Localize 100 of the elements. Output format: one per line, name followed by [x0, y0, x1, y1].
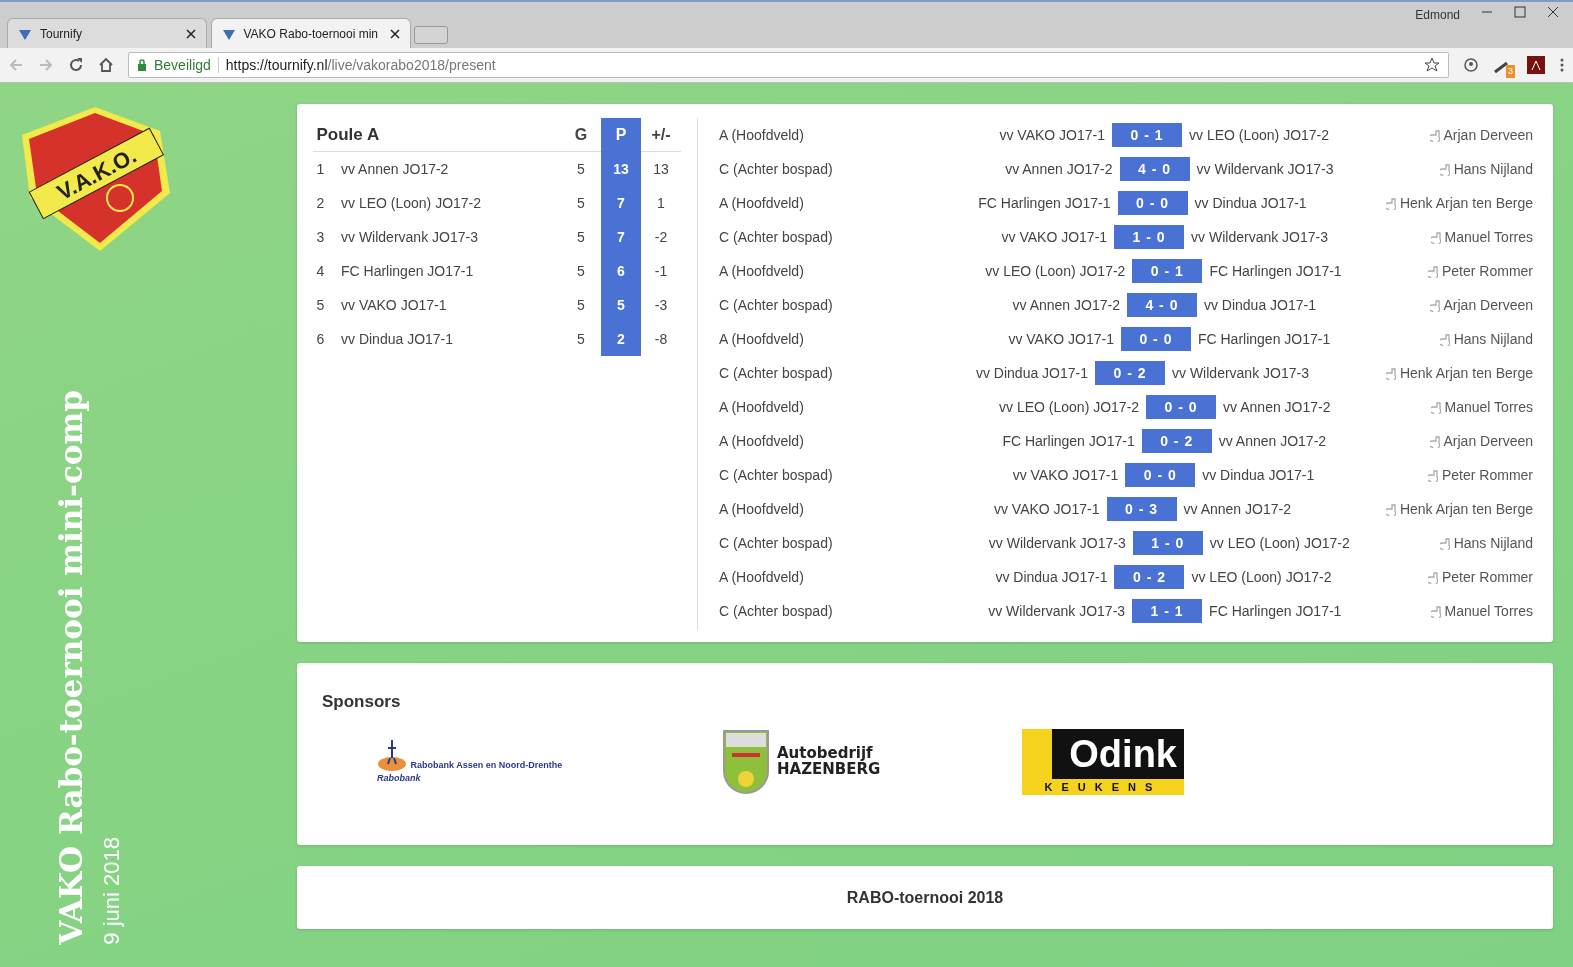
home-team: vv VAKO JO17-1 [1007, 329, 1115, 349]
table-cell-text: -2 [653, 227, 669, 247]
lock-icon [137, 59, 147, 71]
home-team: vv VAKO JO17-1 [1000, 227, 1109, 247]
table-cell-text: 5 [576, 159, 586, 179]
table-cell-text: 5 [576, 193, 586, 213]
away-team: vv LEO (Loon) JO17-2 [1190, 567, 1333, 587]
score: 0 - 1 [1112, 123, 1182, 147]
referee-name: Manuel Torres [1444, 397, 1533, 417]
referee-name: Henk Arjan ten Berge [1399, 193, 1533, 213]
table-cell-text: -8 [653, 329, 669, 349]
column-header: P [601, 117, 641, 152]
score: 0 - 2 [1095, 361, 1165, 385]
url-text: https://tournify.nl/live/vakorabo2018/present [225, 55, 496, 75]
score: 4 - 0 [1119, 157, 1190, 181]
table-cell-text: 1 [656, 193, 666, 213]
column-header: G [573, 124, 589, 145]
score: 1 - 0 [1114, 225, 1185, 249]
team-name: vv Annen JO17-2 [341, 159, 450, 179]
score: 1 - 1 [1132, 599, 1203, 623]
referee-name: Manuel Torres [1444, 601, 1533, 621]
home-icon[interactable] [98, 57, 114, 73]
sponsor-name: Odink [1069, 734, 1178, 773]
home-team: FC Harlingen JO17-1 [1001, 431, 1136, 451]
team-name: vv VAKO JO17-1 [341, 295, 448, 315]
home-team: vv VAKO JO17-1 [998, 125, 1106, 145]
referee-name: Arjan Derveen [1443, 125, 1533, 145]
score: 0 - 1 [1132, 259, 1203, 283]
field-name: A (Hoofdveld) [719, 261, 805, 281]
score: 1 - 0 [1132, 531, 1203, 555]
referee-name: Peter Rommer [1441, 567, 1533, 587]
browser-tab[interactable]: Tournify [7, 18, 207, 48]
sponsor-name: Rabobank [377, 772, 422, 785]
away-team: vv Wildervank JO17-3 [1195, 159, 1335, 179]
rank-number: 1 [315, 159, 326, 179]
referee-name: Henk Arjan ten Berge [1399, 499, 1533, 519]
home-team: vv Dindua JO17-1 [994, 567, 1109, 587]
away-team: FC Harlingen JO17-1 [1196, 329, 1332, 349]
points-cell: 7 [601, 186, 641, 220]
field-name: A (Hoofdveld) [719, 397, 805, 417]
score: 4 - 0 [1126, 293, 1197, 317]
field-name: C (Achter bospad) [719, 533, 834, 553]
star-icon[interactable] [1424, 57, 1440, 73]
referee-name: Peter Rommer [1441, 465, 1533, 485]
points-cell: 6 [601, 254, 641, 288]
sponsor-name: Rabobank Assen en Noord-Drenthe [410, 758, 563, 772]
shield-logo-icon [722, 728, 770, 795]
away-team: vv Dindua JO17-1 [1202, 295, 1317, 315]
profile-name[interactable]: Edmond [1415, 5, 1460, 24]
referee-name: Arjan Derveen [1443, 431, 1533, 451]
rank-number: 3 [315, 227, 326, 247]
referee-name: Hans Nijland [1453, 533, 1533, 553]
home-team: vv Annen JO17-2 [1004, 159, 1114, 179]
points-cell: 2 [601, 322, 641, 356]
away-team: FC Harlingen JO17-1 [1208, 261, 1343, 281]
menu-icon[interactable] [1559, 57, 1565, 73]
rank-number: 6 [315, 329, 326, 349]
sponsor-name: Autobedrijf [777, 746, 874, 762]
reload-icon[interactable] [68, 57, 84, 73]
close-icon[interactable] [186, 28, 196, 39]
field-name: C (Achter bospad) [719, 363, 834, 383]
sponsors-title: Sponsors [322, 691, 402, 713]
column-header: +/- [650, 124, 672, 145]
score: 0 - 2 [1141, 429, 1212, 453]
table-cell-text: 13 [652, 159, 670, 179]
tournament-title: VAKO Rabo-toernooi mini-comp [54, 390, 89, 945]
table-cell-text: -3 [653, 295, 669, 315]
score: 0 - 0 [1120, 327, 1191, 351]
referee-name: Arjan Derveen [1443, 295, 1533, 315]
table-cell-text: 5 [576, 295, 586, 315]
table-cell-text: -1 [653, 261, 669, 281]
rank-number: 4 [315, 261, 326, 281]
browser-tab[interactable]: VAKO Rabo-toernooi min [210, 18, 411, 48]
home-team: vv Dindua JO17-1 [974, 363, 1089, 383]
field-name: A (Hoofdveld) [719, 125, 805, 145]
table-cell-text: 5 [576, 227, 586, 247]
home-team: FC Harlingen JO17-1 [977, 193, 1112, 213]
pdf-icon[interactable] [1527, 56, 1545, 74]
address-bar[interactable]: Beveiligd https://tournify.nl/live/vakorabo2018/present [128, 52, 1449, 78]
close-icon[interactable] [389, 28, 400, 39]
password-key-icon[interactable] [1463, 57, 1479, 73]
table-cell-text: 5 [576, 329, 586, 349]
field-name: A (Hoofdveld) [719, 567, 805, 587]
table-cell-text: 5 [576, 261, 586, 281]
home-team: vv Wildervank JO17-3 [987, 533, 1127, 553]
points-cell: 13 [601, 152, 641, 186]
maximize-icon[interactable] [1514, 5, 1526, 18]
rank-number: 5 [315, 295, 326, 315]
home-team: vv LEO (Loon) JO17-2 [998, 397, 1141, 417]
home-team: vv Wildervank JO17-3 [987, 601, 1127, 621]
figure-on-globe-icon [377, 738, 407, 772]
close-icon[interactable] [1547, 5, 1559, 18]
away-team: vv Wildervank JO17-3 [1171, 363, 1310, 383]
field-name: A (Hoofdveld) [719, 329, 805, 349]
field-name: A (Hoofdveld) [719, 431, 805, 451]
away-team: vv Dindua JO17-1 [1193, 193, 1308, 213]
referee-name: Henk Arjan ten Berge [1399, 363, 1533, 383]
home-team: vv VAKO JO17-1 [992, 499, 1101, 519]
field-name: C (Achter bospad) [719, 227, 834, 247]
team-name: vv LEO (Loon) JO17-2 [341, 193, 483, 213]
